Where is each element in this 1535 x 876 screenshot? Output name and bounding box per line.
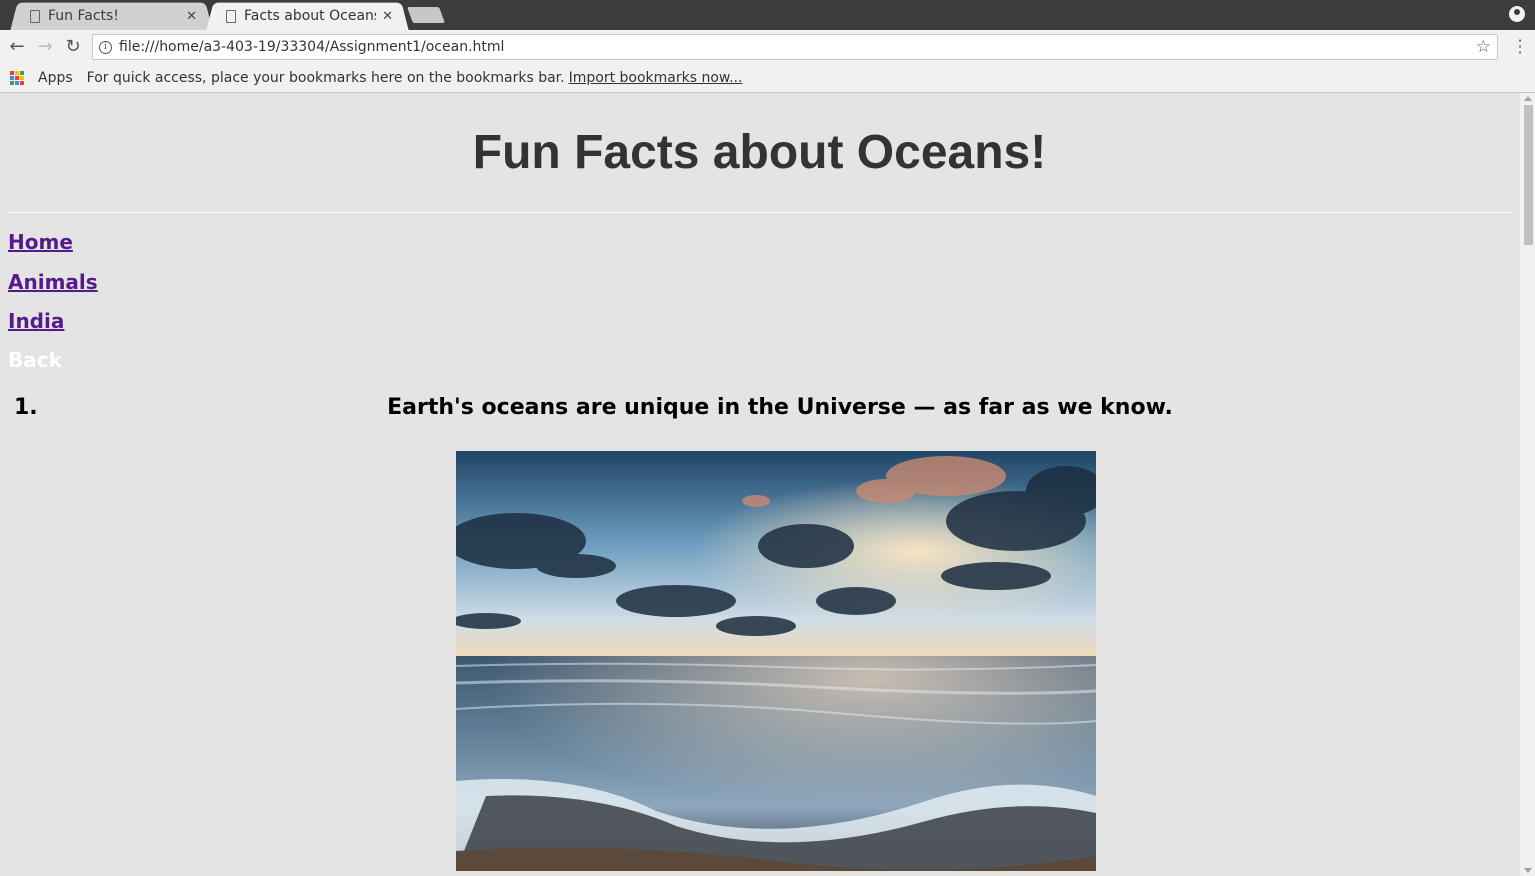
bookmark-star-icon[interactable]: ☆ — [1476, 37, 1491, 57]
bookmarks-bar: Apps For quick access, place your bookma… — [0, 64, 1535, 93]
scroll-up-arrow-icon[interactable] — [1524, 96, 1532, 101]
document-icon — [30, 9, 40, 23]
forward-arrow-icon[interactable]: → — [34, 36, 56, 58]
nav-link-home[interactable]: Home — [8, 230, 73, 254]
nav-link-animals[interactable]: Animals — [8, 270, 98, 294]
scrollbar-thumb[interactable] — [1524, 105, 1533, 245]
back-arrow-icon[interactable]: ← — [6, 36, 28, 58]
apps-grid-icon[interactable] — [10, 71, 24, 85]
browser-toolbar: ← → ↻ i file:///home/a3-403-19/33304/Ass… — [0, 30, 1535, 64]
profile-icon[interactable] — [1509, 6, 1525, 22]
menu-dots-icon[interactable]: · · · — [1517, 33, 1523, 61]
tab-label: Facts about Oceans — [244, 8, 377, 24]
page-viewport: Fun Facts about Oceans! Home Animals Ind… — [0, 93, 1519, 876]
close-icon[interactable]: ✕ — [186, 9, 197, 24]
nav-link-india[interactable]: India — [8, 309, 64, 333]
bookmarks-hint-text: For quick access, place your bookmarks h… — [86, 70, 565, 86]
url-text: file:///home/a3-403-19/33304/Assignment1… — [119, 39, 505, 55]
apps-link[interactable]: Apps — [38, 70, 73, 86]
fact-number: 1. — [14, 395, 38, 420]
page-title: Fun Facts about Oceans! — [472, 126, 1047, 179]
scroll-down-arrow-icon[interactable] — [1524, 868, 1532, 873]
import-bookmarks-link[interactable]: Import bookmarks now... — [569, 70, 743, 86]
tab-fun-facts[interactable]: Fun Facts! ✕ — [14, 2, 209, 30]
vertical-scrollbar[interactable] — [1519, 93, 1535, 876]
ocean-sunset-image — [456, 451, 1096, 871]
nav-link-back[interactable]: Back — [8, 348, 62, 372]
tab-facts-about-oceans[interactable]: Facts about Oceans ✕ — [210, 2, 405, 30]
document-icon — [226, 9, 236, 23]
horizontal-rule — [8, 212, 1512, 213]
close-icon[interactable]: ✕ — [382, 9, 393, 24]
fact-heading: Earth's oceans are unique in the Univers… — [387, 395, 1173, 420]
address-bar[interactable]: i file:///home/a3-403-19/33304/Assignmen… — [92, 34, 1498, 60]
reload-icon[interactable]: ↻ — [62, 36, 84, 58]
tab-label: Fun Facts! — [48, 8, 119, 24]
tab-strip: Fun Facts! ✕ Facts about Oceans ✕ — [0, 0, 1535, 30]
info-icon[interactable]: i — [99, 40, 112, 54]
new-tab-button[interactable] — [410, 7, 442, 23]
